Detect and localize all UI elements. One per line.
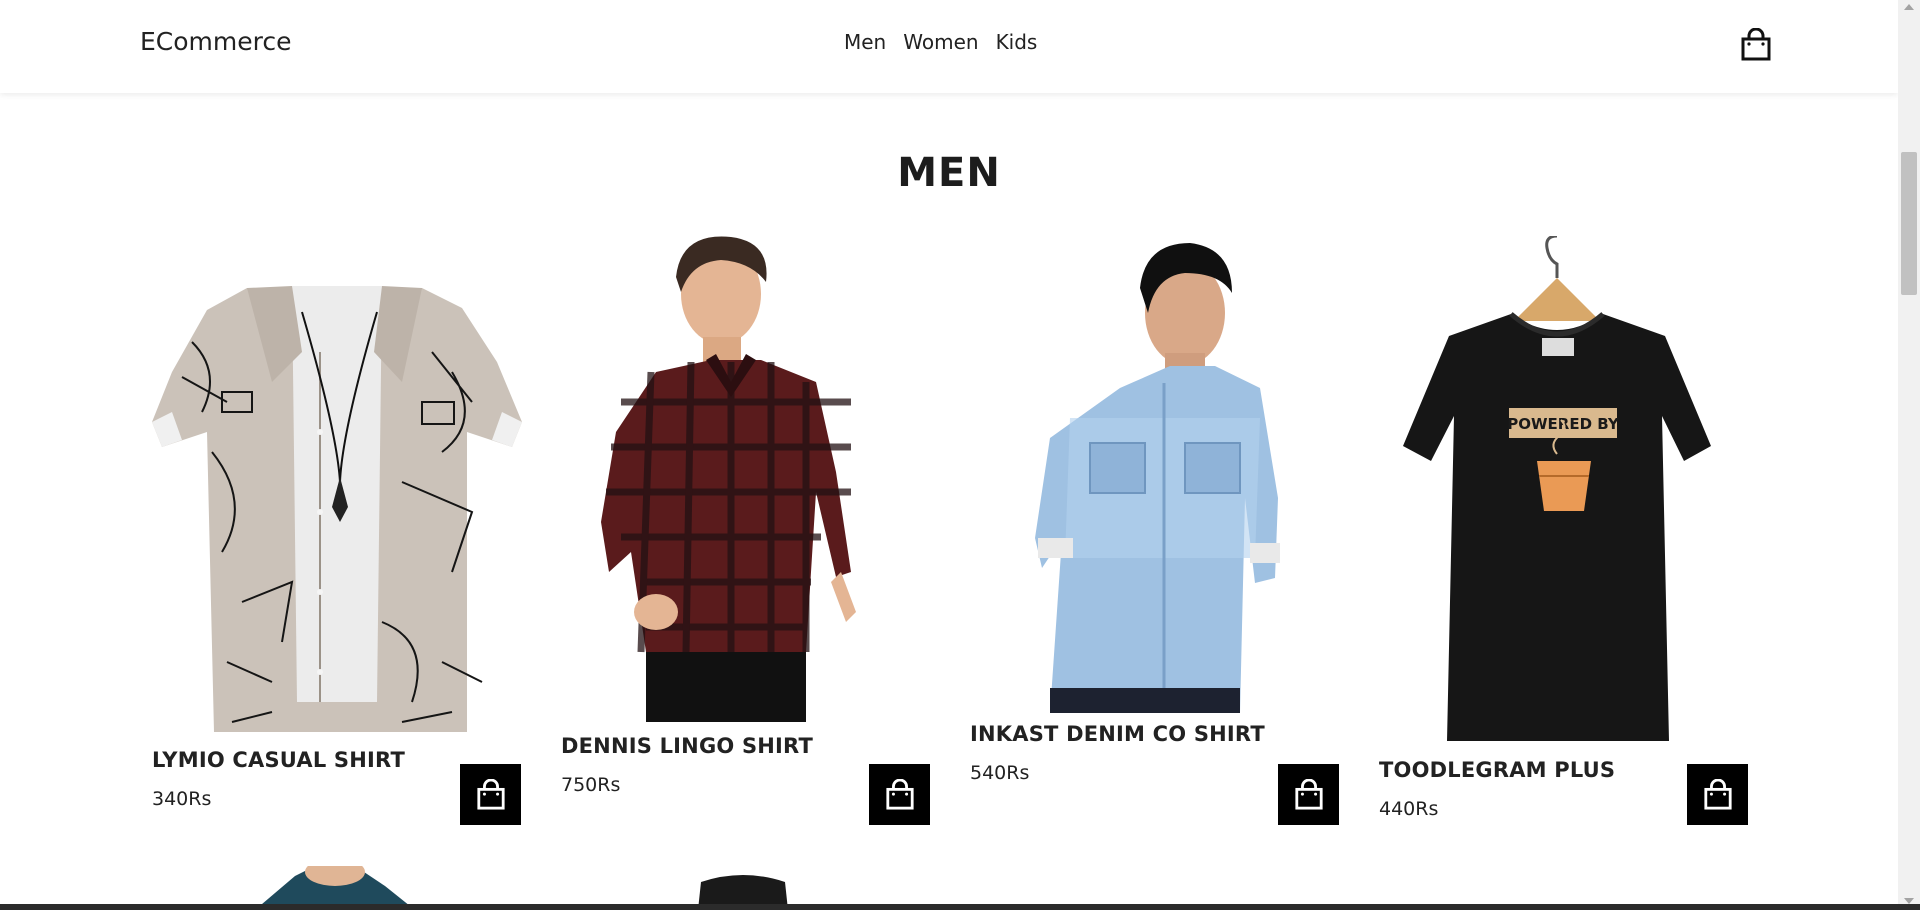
shopping-bag-icon [476, 778, 505, 810]
product-name[interactable]: TOODLEGRAM PLUS [1379, 758, 1615, 782]
nav-item-kids[interactable]: Kids [996, 30, 1038, 54]
add-to-cart-button[interactable] [1278, 764, 1339, 825]
site-logo[interactable]: ECommerce [140, 27, 292, 56]
add-to-cart-button[interactable] [869, 764, 930, 825]
add-to-cart-button[interactable] [1687, 764, 1748, 825]
scrollbar-thumb[interactable] [1901, 152, 1917, 295]
page: ECommerce Men Women Kids MEN LYMIO CASUA… [0, 0, 1898, 910]
product-image[interactable] [152, 282, 522, 740]
product-image[interactable]: POWERED BY [1379, 236, 1749, 741]
bottom-bar [0, 904, 1920, 910]
product-name[interactable]: INKAST DENIM CO SHIRT [970, 722, 1265, 746]
section-title: MEN [897, 150, 1001, 196]
cart-button[interactable] [1740, 27, 1772, 62]
main-nav: Men Women Kids [844, 30, 1037, 54]
nav-item-men[interactable]: Men [844, 30, 886, 54]
shopping-bag-icon [1703, 778, 1732, 810]
product-image[interactable] [561, 232, 931, 722]
scroll-up-arrow-icon[interactable] [1904, 4, 1914, 10]
shopping-bag-icon [885, 778, 914, 810]
product-price: 750Rs [561, 774, 621, 796]
product-price: 540Rs [970, 762, 1030, 784]
site-header: ECommerce Men Women Kids [0, 0, 1898, 93]
product-name[interactable]: DENNIS LINGO SHIRT [561, 734, 813, 758]
add-to-cart-button[interactable] [460, 764, 521, 825]
product-price: 340Rs [152, 788, 212, 810]
vertical-scrollbar[interactable] [1898, 0, 1920, 910]
shopping-bag-icon [1741, 27, 1771, 61]
product-image[interactable] [970, 238, 1340, 713]
product-name[interactable]: LYMIO CASUAL SHIRT [152, 748, 405, 772]
product-price: 440Rs [1379, 798, 1439, 820]
shopping-bag-icon [1294, 778, 1323, 810]
nav-item-women[interactable]: Women [903, 30, 978, 54]
